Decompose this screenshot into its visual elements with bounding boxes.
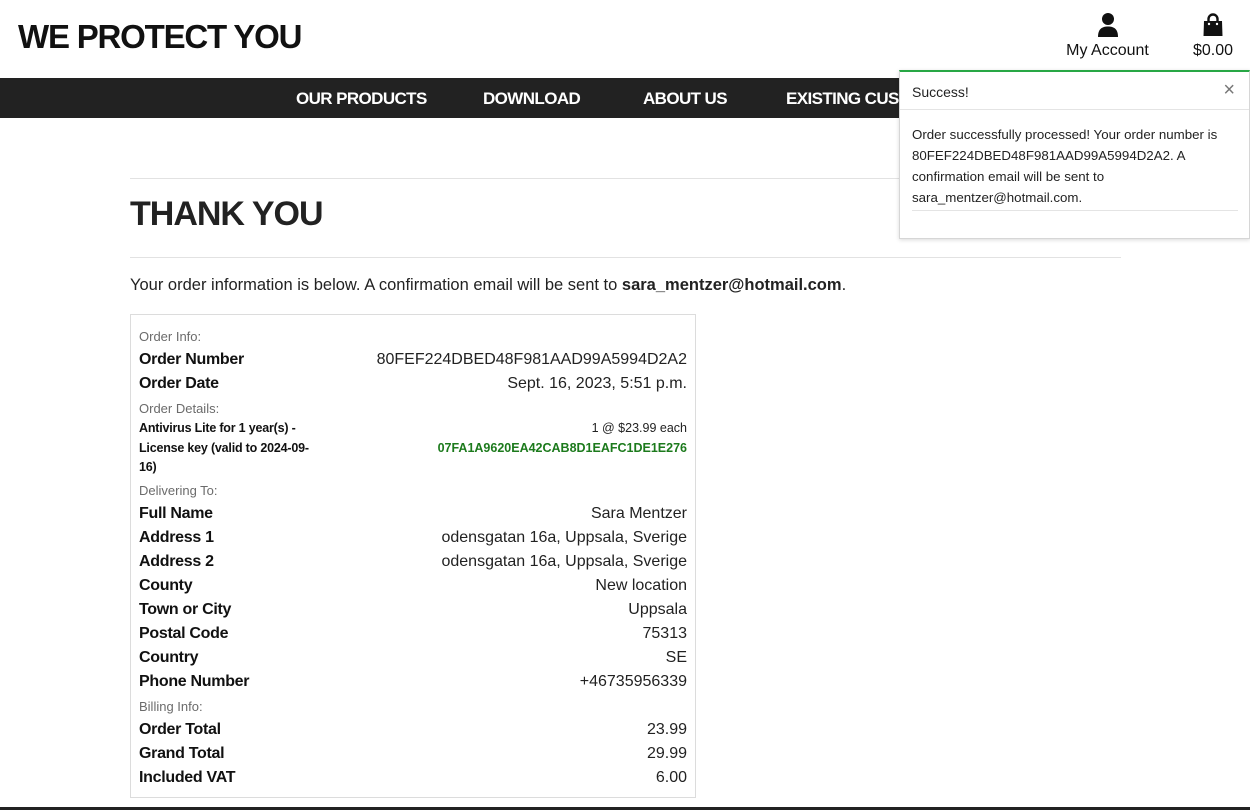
delivery-label: Postal Code [139, 625, 229, 642]
order-summary-card: Order Info: Order Number 80FEF224DBED48F… [130, 314, 696, 798]
section-billing-info: Billing Info: [139, 699, 203, 714]
intro-email: sara_mentzer@hotmail.com [621, 276, 842, 294]
billing-label: Included VAT [139, 769, 236, 786]
delivery-label: County [139, 577, 193, 594]
delivery-value: +46735956339 [579, 673, 687, 690]
intro-end: . [841, 276, 847, 294]
delivery-value: New location [595, 577, 687, 594]
delivery-value: odensgatan 16a, Uppsala, Sverige [441, 529, 687, 546]
delivery-label: Town or City [139, 601, 232, 618]
toast-header: Success! × [900, 72, 1249, 110]
nav-our-products[interactable]: OUR PRODUCTS [296, 89, 427, 109]
nav-about-us[interactable]: ABOUT US [643, 89, 728, 109]
section-order-info: Order Info: [139, 329, 202, 344]
order-item-name: Antivirus Lite for 1 year(s) - License k… [139, 421, 309, 474]
my-account-label: My Account [1066, 42, 1149, 59]
intro-text: Your order information is below. A confi… [130, 276, 846, 295]
toast-title: Success! [912, 84, 969, 100]
bag-total: $0.00 [1192, 42, 1234, 59]
order-number-value: 80FEF224DBED48F981AAD99A5994D2A2 [376, 351, 687, 368]
billing-value: 6.00 [655, 769, 687, 786]
delivery-value: odensgatan 16a, Uppsala, Sverige [441, 553, 687, 570]
order-date-label: Order Date [139, 375, 219, 392]
success-toast: Success! × Order successfully processed!… [899, 70, 1250, 239]
delivery-value: SE [665, 649, 687, 666]
delivery-label: Address 2 [139, 553, 214, 570]
user-icon [1097, 13, 1118, 37]
delivery-value: Sara Mentzer [590, 505, 687, 522]
billing-value: 23.99 [646, 721, 687, 738]
delivery-value: 75313 [642, 625, 688, 642]
license-key: 07FA1A9620EA42CAB8D1EAFC1DE1E276 [437, 441, 687, 455]
billing-label: Grand Total [139, 745, 225, 762]
delivery-value: Uppsala [628, 601, 687, 618]
delivery-label: Address 1 [139, 529, 214, 546]
intro-message: Your order information is below. A confi… [130, 276, 622, 294]
section-order-details: Order Details: [139, 401, 220, 416]
toast-message: Order successfully processed! Your order… [912, 127, 1218, 205]
toast-divider [912, 210, 1238, 211]
billing-value: 29.99 [646, 745, 687, 762]
delivery-label: Full Name [139, 505, 213, 522]
delivery-label: Country [139, 649, 199, 666]
delivery-label: Phone Number [139, 673, 250, 690]
shopping-bag-icon [1203, 13, 1223, 36]
shopping-bag-button[interactable]: $0.00 [1186, 12, 1240, 60]
section-delivering-to: Delivering To: [139, 483, 218, 498]
brand-logo[interactable]: WE PROTECT YOU [18, 18, 302, 56]
my-account-button[interactable]: My Account [1060, 12, 1155, 60]
order-item-quantity: 1 @ $23.99 each [591, 421, 687, 435]
site-header: WE PROTECT YOU My Account $0.00 [0, 0, 1250, 78]
page-title: THANK YOU [130, 195, 323, 233]
order-number-label: Order Number [139, 351, 244, 368]
close-icon[interactable]: × [1223, 80, 1235, 100]
divider-bottom [130, 257, 1121, 258]
nav-download[interactable]: DOWNLOAD [483, 89, 581, 109]
billing-label: Order Total [139, 721, 221, 738]
order-date-value: Sept. 16, 2023, 5:51 p.m. [507, 375, 687, 392]
